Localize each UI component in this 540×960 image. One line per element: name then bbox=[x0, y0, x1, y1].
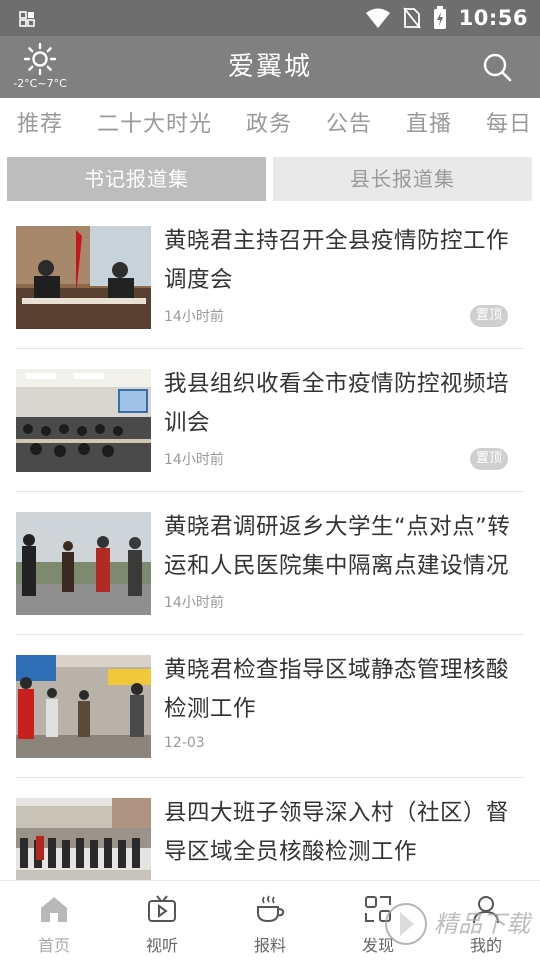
news-item[interactable]: 我县组织收看全市疫情防控视频培训会 14小时前 置顶 bbox=[16, 349, 524, 492]
nav-label: 发现 bbox=[361, 936, 394, 955]
tab-recommend[interactable]: 推荐 bbox=[17, 98, 63, 152]
news-title: 黄晓君检查指导区域静态管理核酸检测工作 bbox=[164, 657, 510, 722]
news-title: 黄晓君主持召开全县疫情防控工作调度会 bbox=[164, 228, 510, 293]
channel-tabs: 推荐 二十大时光 政务 公告 直播 每日 bbox=[0, 98, 540, 152]
status-bar: 10:56 bbox=[0, 0, 540, 36]
news-thumbnail bbox=[16, 369, 151, 472]
news-title: 黄晓君调研返乡大学生“点对点”转运和人民医院集中隔离点建设情况 bbox=[164, 514, 511, 579]
app-header: -2°C~7°C 爱翼城 bbox=[0, 36, 540, 98]
clock: 10:56 bbox=[458, 6, 528, 30]
status-icons: 10:56 bbox=[365, 0, 528, 36]
news-title: 县四大班子领导深入村（社区）督导区域全员核酸检测工作 bbox=[164, 800, 510, 865]
nav-label: 首页 bbox=[37, 936, 70, 955]
wifi-icon bbox=[365, 8, 390, 28]
nav-profile[interactable]: 我的 bbox=[432, 881, 540, 960]
news-title: 我县组织收看全市疫情防控视频培训会 bbox=[164, 371, 510, 436]
news-thumbnail bbox=[16, 655, 151, 758]
bottom-nav: 首页 视听 报料 发现 我的 bbox=[0, 880, 540, 960]
tv-icon bbox=[148, 895, 176, 922]
user-icon bbox=[473, 896, 499, 924]
tab-twentieth-congress[interactable]: 二十大时光 bbox=[97, 98, 212, 152]
news-item[interactable]: 黄晓君检查指导区域静态管理核酸检测工作 12-03 bbox=[16, 635, 524, 778]
no-sim-icon bbox=[402, 7, 421, 29]
nav-media[interactable]: 视听 bbox=[108, 881, 216, 960]
nav-report[interactable]: 报料 bbox=[216, 881, 324, 960]
nav-label: 我的 bbox=[469, 936, 502, 955]
battery-charging-icon bbox=[433, 6, 446, 29]
segment-county-head-reports[interactable]: 县长报道集 bbox=[273, 157, 532, 201]
app-screen: 10:56 -2°C~7°C 爱翼城 推荐 二十大时光 政务 公告 直播 每日 … bbox=[0, 0, 540, 960]
app-title: 爱翼城 bbox=[227, 52, 312, 82]
news-thumbnail bbox=[16, 226, 151, 329]
tab-announcement[interactable]: 公告 bbox=[326, 98, 372, 152]
pinned-badge: 置顶 bbox=[470, 305, 508, 327]
app-grid-icon bbox=[19, 11, 35, 27]
news-thumbnail bbox=[16, 512, 151, 615]
news-time: 14小时前 bbox=[164, 309, 224, 325]
nav-label: 视听 bbox=[145, 936, 178, 955]
weather-temp: -2°C~7°C bbox=[13, 77, 67, 90]
news-time: 14小时前 bbox=[164, 452, 224, 468]
news-item[interactable]: 黄晓君调研返乡大学生“点对点”转运和人民医院集中隔离点建设情况 14小时前 bbox=[16, 492, 524, 635]
news-time: 12-03 bbox=[164, 735, 205, 751]
search-icon[interactable] bbox=[482, 52, 512, 82]
news-list: 黄晓君主持召开全县疫情防控工作调度会 14小时前 置顶 我县组织收看全市疫情防控… bbox=[0, 206, 540, 921]
pinned-badge: 置顶 bbox=[470, 448, 508, 470]
tab-live[interactable]: 直播 bbox=[406, 98, 452, 152]
segment-secretary-reports[interactable]: 书记报道集 bbox=[7, 157, 266, 201]
weather-widget[interactable]: -2°C~7°C bbox=[8, 42, 72, 94]
news-item[interactable]: 黄晓君主持召开全县疫情防控工作调度会 14小时前 置顶 bbox=[16, 206, 524, 349]
nav-home[interactable]: 首页 bbox=[0, 881, 108, 960]
sun-icon bbox=[23, 42, 57, 76]
news-time: 14小时前 bbox=[164, 595, 224, 611]
nav-label: 报料 bbox=[253, 936, 286, 955]
tab-daily[interactable]: 每日 bbox=[486, 98, 532, 152]
home-icon bbox=[41, 897, 67, 922]
coffee-icon bbox=[257, 895, 285, 923]
tab-government[interactable]: 政务 bbox=[246, 98, 292, 152]
nav-discover[interactable]: 发现 bbox=[324, 881, 432, 960]
scan-icon bbox=[365, 896, 391, 922]
